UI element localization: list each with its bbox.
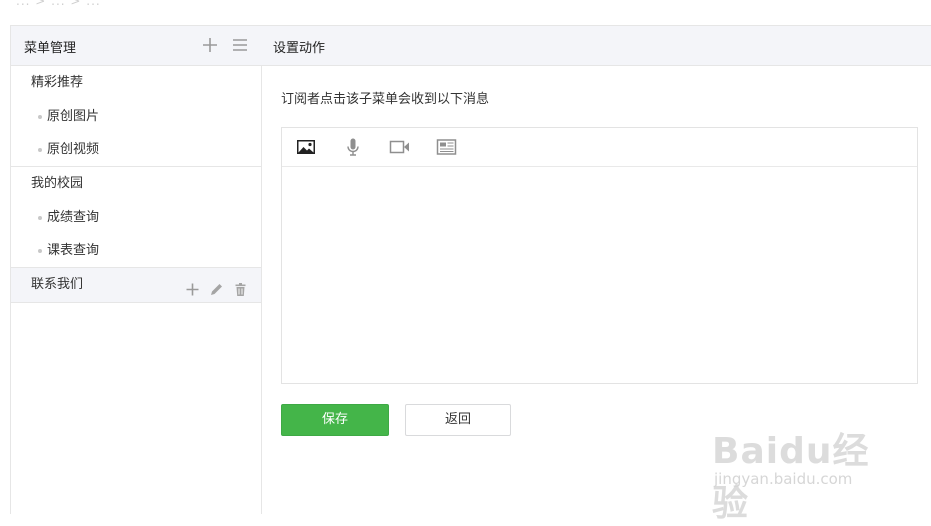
menu-item-label: 成绩查询 — [47, 210, 100, 225]
menu-item-parent[interactable]: 联系我们 — [11, 268, 261, 302]
menu-item-label: 联系我们 — [31, 277, 84, 292]
menu-item-parent[interactable]: 精彩推荐 — [11, 66, 261, 100]
baidu-watermark: Baidu经验 jingyan.baidu.com — [712, 414, 882, 524]
list-icon[interactable] — [231, 36, 249, 54]
back-button[interactable]: 返回 — [405, 404, 511, 436]
action-description: 订阅者点击该子菜单会收到以下消息 — [281, 92, 490, 107]
menu-group-selected: 联系我们 — [11, 268, 261, 303]
menu-group: 精彩推荐 原创图片 原创视频 — [11, 66, 261, 167]
trash-icon[interactable] — [233, 277, 248, 296]
bullet-dot — [38, 115, 42, 119]
main-header: 设置动作 — [261, 25, 931, 66]
microphone-icon[interactable] — [342, 138, 364, 156]
bullet-dot — [38, 249, 42, 253]
menu-sidebar: 菜单管理 精彩推荐 原创图片 原创视频 我的校园 成绩查询 课表查询 联系我们 — [10, 25, 262, 514]
menu-item-label: 原创图片 — [47, 109, 100, 124]
editor-toolbar — [282, 128, 917, 167]
menu-item-child[interactable]: 课表查询 — [11, 234, 261, 267]
menu-item-child[interactable]: 成绩查询 — [11, 201, 261, 234]
image-icon[interactable] — [295, 138, 317, 156]
sidebar-title: 菜单管理 — [24, 41, 77, 56]
news-icon[interactable] — [436, 138, 458, 156]
row-actions — [185, 277, 248, 296]
menu-item-child[interactable]: 原创视频 — [11, 133, 261, 166]
menu-item-child[interactable]: 原创图片 — [11, 100, 261, 133]
breadcrumb: ... > ... > ... — [16, 0, 101, 8]
menu-item-label: 原创视频 — [47, 142, 100, 157]
plus-icon[interactable] — [185, 277, 200, 296]
message-editor[interactable] — [281, 127, 918, 384]
save-button[interactable]: 保存 — [281, 404, 389, 436]
sidebar-header: 菜单管理 — [11, 26, 261, 66]
pencil-icon[interactable] — [209, 277, 224, 295]
bullet-dot — [38, 216, 42, 220]
page-title: 设置动作 — [273, 41, 326, 56]
plus-icon[interactable] — [201, 36, 219, 54]
bullet-dot — [38, 148, 42, 152]
top-breadcrumb-strip: ... > ... > ... — [0, 0, 931, 25]
menu-item-parent[interactable]: 我的校园 — [11, 167, 261, 201]
video-icon[interactable] — [389, 138, 411, 156]
watermark-url: jingyan.baidu.com — [714, 470, 853, 488]
menu-item-label: 课表查询 — [47, 243, 100, 258]
menu-group: 我的校园 成绩查询 课表查询 — [11, 167, 261, 268]
